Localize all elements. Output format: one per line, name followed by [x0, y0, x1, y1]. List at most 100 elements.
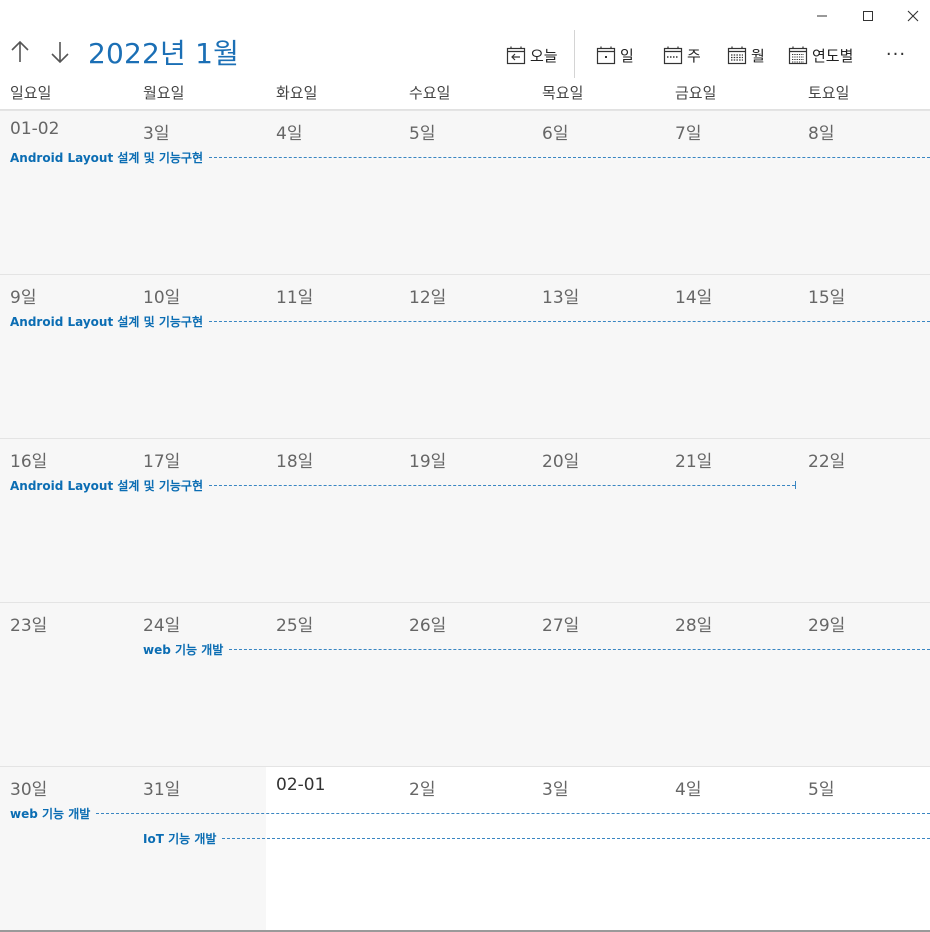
week-view-label: 주	[687, 46, 701, 65]
day-cell[interactable]: 2일	[399, 766, 532, 930]
day-number: 21일	[675, 452, 713, 472]
event-bar[interactable]: Android Layout 설계 및 기능구현	[10, 476, 796, 494]
day-cell[interactable]: 15일	[798, 274, 930, 438]
day-cell[interactable]: 4일	[266, 110, 399, 274]
event-bar[interactable]: web 기능 개발	[143, 640, 930, 658]
event-title: IoT 기능 개발	[143, 831, 217, 846]
day-cell[interactable]: 21일	[665, 438, 798, 602]
day-number: 26일	[409, 616, 447, 636]
event-title: Android Layout 설계 및 기능구현	[10, 150, 203, 165]
day-cell[interactable]: 3일	[133, 110, 266, 274]
day-cell[interactable]: 20일	[532, 438, 665, 602]
day-cell[interactable]: 5일	[798, 766, 930, 930]
day-cell[interactable]: 27일	[532, 602, 665, 766]
event-bar[interactable]: web 기능 개발	[10, 804, 930, 822]
event-span-line	[229, 648, 930, 650]
event-bar[interactable]: Android Layout 설계 및 기능구현	[10, 312, 930, 330]
day-cell[interactable]: 31일	[133, 766, 266, 930]
weekday-header-thu: 목요일	[542, 84, 584, 102]
day-cell[interactable]: 01-02	[0, 110, 133, 274]
day-number: 15일	[808, 288, 846, 308]
day-cell[interactable]: 9일	[0, 274, 133, 438]
day-cell[interactable]: 6일	[532, 110, 665, 274]
maximize-icon	[863, 11, 873, 21]
day-number: 5일	[409, 124, 436, 144]
today-calendar-icon	[506, 46, 526, 65]
day-cell[interactable]: 13일	[532, 274, 665, 438]
month-view-button[interactable]: 월	[727, 42, 765, 68]
day-cell[interactable]: 10일	[133, 274, 266, 438]
day-cell[interactable]: 18일	[266, 438, 399, 602]
close-button[interactable]	[893, 4, 930, 28]
event-title: web 기능 개발	[10, 806, 91, 821]
day-cell[interactable]: 7일	[665, 110, 798, 274]
day-cell[interactable]: 17일	[133, 438, 266, 602]
event-title: web 기능 개발	[143, 642, 224, 657]
day-number: 30일	[10, 780, 48, 800]
weekday-header-sat: 토요일	[808, 84, 850, 102]
day-cell[interactable]: 8일	[798, 110, 930, 274]
day-number: 27일	[542, 616, 580, 636]
day-number: 20일	[542, 452, 580, 472]
day-number: 19일	[409, 452, 447, 472]
event-bar[interactable]: IoT 기능 개발	[143, 829, 930, 847]
week-view-button[interactable]: 주	[663, 42, 701, 68]
event-span-line	[209, 320, 930, 322]
day-cell[interactable]: 30일	[0, 766, 133, 930]
more-options-button[interactable]: ···	[882, 40, 910, 68]
weekday-header-mon: 월요일	[143, 84, 185, 102]
minimize-icon	[817, 15, 827, 17]
day-cell[interactable]: 02-01	[266, 766, 399, 930]
day-cell[interactable]: 29일	[798, 602, 930, 766]
today-button[interactable]: 오늘	[506, 42, 558, 68]
event-span-line	[209, 156, 930, 158]
day-number: 13일	[542, 288, 580, 308]
day-number: 2일	[409, 780, 436, 800]
day-cell[interactable]: 3일	[532, 766, 665, 930]
day-number: 12일	[409, 288, 447, 308]
toolbar-divider	[574, 30, 575, 78]
close-icon	[907, 10, 919, 22]
maximize-button[interactable]	[848, 4, 888, 28]
day-cell[interactable]: 11일	[266, 274, 399, 438]
next-month-button[interactable]	[44, 36, 76, 68]
event-span-line	[209, 484, 795, 486]
day-cell[interactable]: 4일	[665, 766, 798, 930]
day-number: 10일	[143, 288, 181, 308]
day-cell[interactable]: 28일	[665, 602, 798, 766]
day-number: 9일	[10, 288, 37, 308]
minimize-button[interactable]	[802, 4, 842, 28]
today-label: 오늘	[530, 46, 558, 65]
day-number: 01-02	[10, 119, 60, 139]
day-cell[interactable]: 22일	[798, 438, 930, 602]
previous-month-button[interactable]	[4, 36, 36, 68]
weekday-header-fri: 금요일	[675, 84, 717, 102]
day-number: 02-01	[276, 775, 326, 795]
day-cell[interactable]: 24일	[133, 602, 266, 766]
day-view-icon	[596, 46, 616, 65]
day-cell[interactable]: 19일	[399, 438, 532, 602]
day-cell[interactable]: 12일	[399, 274, 532, 438]
event-bar[interactable]: Android Layout 설계 및 기능구현	[10, 148, 930, 166]
day-cell[interactable]: 14일	[665, 274, 798, 438]
day-cell[interactable]: 26일	[399, 602, 532, 766]
year-view-button[interactable]: 연도별	[788, 42, 853, 68]
day-cell[interactable]: 5일	[399, 110, 532, 274]
day-cell[interactable]: 23일	[0, 602, 133, 766]
event-end-marker	[795, 481, 796, 489]
down-arrow-icon	[51, 42, 69, 64]
day-number: 29일	[808, 616, 846, 636]
day-cell[interactable]: 25일	[266, 602, 399, 766]
month-title[interactable]: 2022년 1월	[88, 32, 239, 72]
day-number: 6일	[542, 124, 569, 144]
weekday-header-wed: 수요일	[409, 84, 451, 102]
day-number: 18일	[276, 452, 314, 472]
day-number: 14일	[675, 288, 713, 308]
day-view-button[interactable]: 일	[596, 42, 634, 68]
weekday-header-sun: 일요일	[10, 84, 52, 102]
event-title: Android Layout 설계 및 기능구현	[10, 478, 203, 493]
day-number: 24일	[143, 616, 181, 636]
day-cell[interactable]: 16일	[0, 438, 133, 602]
day-number: 3일	[143, 124, 170, 144]
day-number: 31일	[143, 780, 181, 800]
